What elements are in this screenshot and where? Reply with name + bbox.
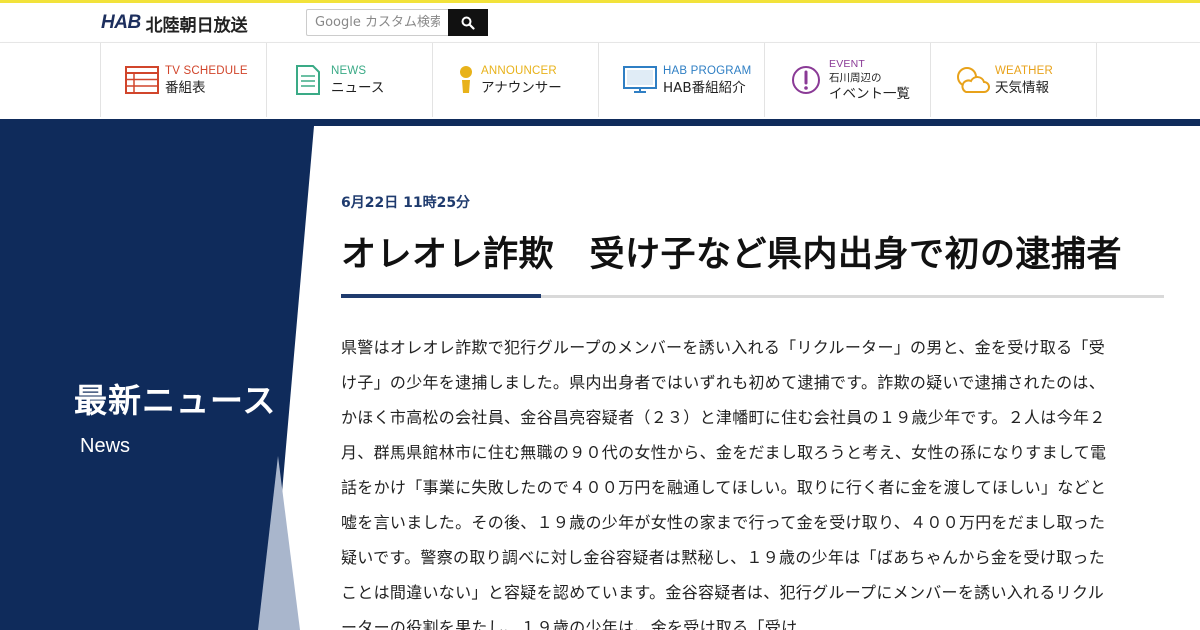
article-body: 県警はオレオレ詐欺で犯行グループのメンバーを誘い入れる「リクルーター」の男と、金… — [341, 338, 1107, 630]
tv-schedule-icon — [125, 66, 159, 94]
main-nav: TV SCHEDULE 番組表 NEWS ニュース ANNOUNCER アナウン… — [0, 42, 1200, 119]
article-date: 6月22日 11時25分 — [341, 195, 471, 211]
nav-label-en: ANNOUNCER — [481, 64, 557, 77]
article-headline: オレオレ詐欺 受け子など県内出身で初の逮捕者 — [341, 235, 1123, 275]
nav-item-hab-program[interactable]: HAB PROGRAM HAB番組紹介 — [599, 43, 765, 117]
nav-label-ja: 天気情報 — [995, 79, 1049, 96]
sidebar-subtitle: News — [80, 435, 131, 457]
site-header: HAB 北陸朝日放送 — [0, 3, 1200, 42]
nav-label-ja: HAB番組紹介 — [663, 79, 746, 96]
nav-label-ja: 番組表 — [165, 79, 206, 96]
nav-item-news[interactable]: NEWS ニュース — [267, 43, 433, 117]
sidebar-title: 最新ニュース — [74, 381, 277, 420]
nav-label-ja: ニュース — [331, 79, 385, 96]
nav-item-tv-schedule[interactable]: TV SCHEDULE 番組表 — [101, 43, 267, 117]
search-icon — [461, 16, 475, 30]
headline-rule-accent — [341, 294, 541, 298]
nav-label-ja-small: 石川周辺の — [829, 71, 882, 84]
logo-mark: HAB — [101, 12, 141, 33]
sidebar-panel: 最新ニュース News — [0, 126, 320, 630]
site-logo[interactable]: HAB 北陸朝日放送 — [101, 11, 248, 36]
nav-label-en: NEWS — [331, 64, 367, 77]
nav-label-en: WEATHER — [995, 64, 1054, 77]
navy-divider-bar — [0, 119, 1200, 126]
nav-item-weather[interactable]: WEATHER 天気情報 — [931, 43, 1097, 117]
announcer-icon — [460, 66, 472, 93]
exclamation-icon — [792, 66, 820, 94]
nav-item-event[interactable]: EVENT 石川周辺の イベント一覧 — [765, 43, 931, 117]
nav-label-en: TV SCHEDULE — [165, 64, 248, 77]
nav-label-en: EVENT — [829, 57, 866, 70]
search-button[interactable] — [448, 9, 488, 36]
news-icon — [296, 65, 320, 95]
logo-text: 北陸朝日放送 — [145, 15, 248, 36]
nav-label-ja: イベント一覧 — [829, 85, 910, 102]
search-input[interactable] — [306, 9, 448, 36]
nav-item-announcer[interactable]: ANNOUNCER アナウンサー — [433, 43, 599, 117]
search-box — [306, 9, 488, 36]
nav-label-en: HAB PROGRAM — [663, 64, 752, 77]
tv-monitor-icon — [623, 66, 657, 93]
weather-icon — [957, 67, 990, 93]
nav-label-ja: アナウンサー — [481, 79, 562, 96]
